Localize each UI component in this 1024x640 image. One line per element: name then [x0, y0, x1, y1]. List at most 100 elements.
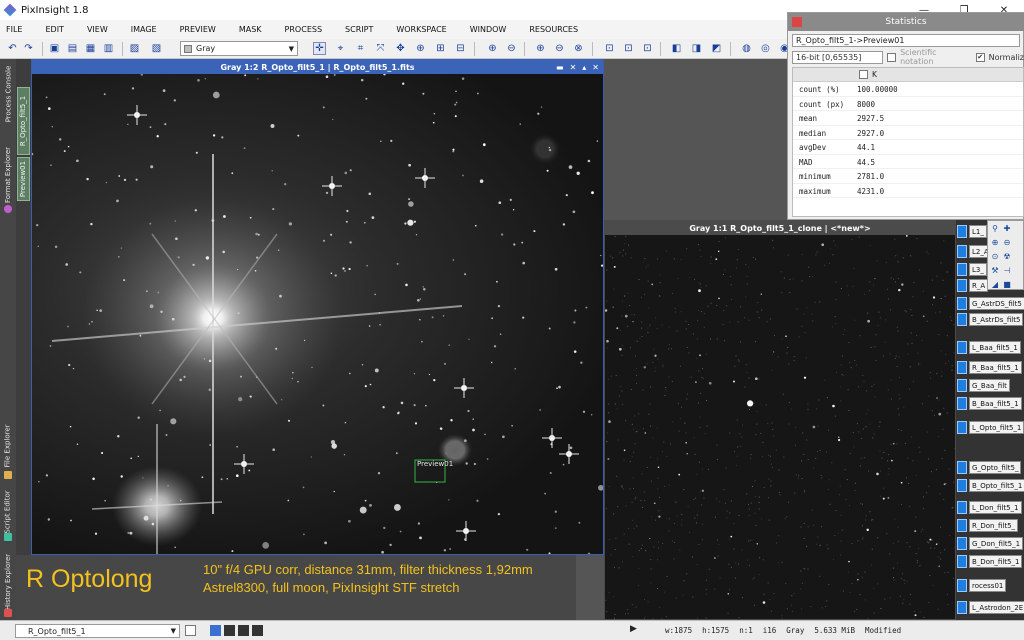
image-icon-item[interactable]: B_Opto_filt5_1	[957, 478, 1024, 492]
image-icon-item[interactable]: L_Don_filt5_1	[957, 500, 1022, 514]
mask-enable-icon[interactable]: ◩	[710, 42, 723, 55]
menu-image[interactable]: IMAGE	[131, 25, 157, 34]
image-icon-item[interactable]: B_Baa_filt5_1	[957, 396, 1022, 410]
process-icon-2[interactable]: ◎	[759, 42, 772, 55]
iconize-icon[interactable]: ✕	[570, 63, 577, 72]
menu-preview[interactable]: PREVIEW	[180, 25, 216, 34]
clone-image-window[interactable]: Gray 1:1 R_Opto_filt5_1_clone | <*new*>	[604, 220, 956, 620]
pan-mode-icon[interactable]: ✥	[394, 42, 407, 55]
save-icon[interactable]: ▦	[84, 42, 97, 55]
screen-transfer-icon[interactable]: ▧	[150, 42, 163, 55]
zoom-1-1-icon[interactable]: ⊕	[534, 42, 547, 55]
zoom-fit-icon[interactable]: ⊖	[553, 42, 566, 55]
process-icon-1[interactable]: ◍	[740, 42, 753, 55]
menu-resources[interactable]: RESOURCES	[529, 25, 578, 34]
edit-preview-mode-icon[interactable]: ⊟	[454, 42, 467, 55]
fit-view-icon[interactable]: ⤧	[374, 42, 387, 55]
image-icon-item[interactable]: L_Astrodon_2E	[957, 600, 1024, 614]
status-checkbox[interactable]	[185, 625, 196, 636]
play-icon[interactable]: ▶	[630, 624, 637, 634]
menu-view[interactable]: VIEW	[87, 25, 108, 34]
image-icon-item[interactable]: L1_	[957, 224, 987, 238]
clone-image-canvas[interactable]	[605, 235, 955, 619]
image-icon-item[interactable]: rocess01	[957, 578, 1007, 592]
statistics-titlebar[interactable]: Statistics	[788, 13, 1024, 31]
image-icon-item[interactable]: L_Opto_filt5_1	[957, 420, 1024, 434]
status-view-select[interactable]: R_Opto_filt5_1 ▼	[15, 624, 180, 638]
square-icon[interactable]: ■	[1002, 279, 1012, 289]
zoom-out-mode-icon[interactable]: ⌗	[354, 42, 367, 55]
display-mode-1-icon[interactable]	[210, 625, 221, 636]
new-image-icon[interactable]: ▣	[48, 42, 61, 55]
readout-mode-icon[interactable]: ✛	[313, 42, 326, 55]
image-icon-item[interactable]: G_Opto_filt5_	[957, 460, 1022, 474]
mask-show-icon[interactable]: ◧	[670, 42, 683, 55]
image-icon-item[interactable]: R_Don_filt5_	[957, 518, 1019, 532]
menu-edit[interactable]: EDIT	[45, 25, 63, 34]
bit-depth-select[interactable]: 16-bit [0,65535]	[792, 50, 884, 64]
image-icon-item[interactable]: B_AstrDs_filt5	[957, 312, 1024, 326]
scientific-notation-checkbox[interactable]	[887, 52, 897, 62]
normalized-checkbox[interactable]: ✔	[975, 52, 985, 62]
channel-k-checkbox[interactable]	[859, 70, 868, 79]
menu-window[interactable]: WINDOW	[470, 25, 507, 34]
image-icon-item[interactable]: B_Don_filt5_1	[957, 554, 1023, 568]
menu-file[interactable]: FILE	[6, 25, 22, 34]
file-explorer-tab[interactable]: File Explorer	[0, 413, 16, 479]
zoom-out-tool-icon[interactable]: ⊖	[1002, 237, 1012, 247]
history-explorer-tab[interactable]: History Explorer	[0, 547, 16, 617]
close-image-icon[interactable]: ▥	[102, 42, 115, 55]
image-icon-item[interactable]: G_AstrDS_filt5	[957, 296, 1024, 310]
color-space-select[interactable]: Gray ▼	[180, 41, 298, 56]
image-icon-item[interactable]: L3_	[957, 262, 987, 276]
process-console-tab[interactable]: Process Console	[0, 59, 16, 129]
link-icon[interactable]: ⚲	[990, 223, 1000, 233]
star	[270, 123, 275, 129]
wrench-icon[interactable]: ⚒	[990, 265, 1000, 275]
stf-auto-icon[interactable]: ⊡	[603, 42, 616, 55]
shade-icon[interactable]: ▬	[556, 63, 564, 72]
main-image-window[interactable]: Gray 1:2 R_Opto_filt5_1 | R_Opto_filt5_1…	[31, 59, 604, 555]
selection-icon[interactable]: ✚	[1002, 223, 1012, 233]
display-mode-4-icon[interactable]	[252, 625, 263, 636]
statistics-view-select[interactable]: R_Opto_filt5_1->Preview01	[792, 34, 1020, 47]
view-tab-main[interactable]: R_Opto_filt5_1	[17, 87, 30, 155]
center-mode-icon[interactable]: ⊕	[414, 42, 427, 55]
close-icon[interactable]: ✕	[592, 63, 599, 72]
search-tool-icon[interactable]: ⊙	[990, 251, 1000, 261]
zoom-out-icon[interactable]: ⊖	[505, 42, 518, 55]
format-explorer-tab[interactable]: Format Explorer	[0, 137, 16, 213]
display-mode-3-icon[interactable]	[238, 625, 249, 636]
image-icon-item[interactable]: G_Don_filt5_1	[957, 536, 1024, 550]
menu-script[interactable]: SCRIPT	[345, 25, 373, 34]
open-file-icon[interactable]: ▤	[66, 42, 79, 55]
image-icon-item[interactable]: R_Baa_filt5_1	[957, 360, 1022, 374]
clone-window-titlebar[interactable]: Gray 1:1 R_Opto_filt5_1_clone | <*new*>	[605, 221, 955, 235]
radiation-icon[interactable]: ☢	[1002, 251, 1012, 261]
image-icon-item[interactable]: G_Baa_filt	[957, 378, 1010, 392]
script-editor-tab[interactable]: Script Editor	[0, 483, 16, 541]
image-icon-item[interactable]: L_Baa_filt5_1	[957, 340, 1021, 354]
zoom-tool-icon[interactable]: ⊕	[990, 237, 1000, 247]
triangle-icon[interactable]: ◢	[990, 279, 1000, 289]
zoom-in-icon[interactable]: ⊕	[486, 42, 499, 55]
display-mode-2-icon[interactable]	[224, 625, 235, 636]
main-window-titlebar[interactable]: Gray 1:2 R_Opto_filt5_1 | R_Opto_filt5_1…	[32, 60, 603, 74]
mask-invert-icon[interactable]: ◨	[690, 42, 703, 55]
new-preview-mode-icon[interactable]: ⊞	[434, 42, 447, 55]
ruler-icon[interactable]: ⊣	[1002, 265, 1012, 275]
redo-icon[interactable]: ↷	[22, 42, 35, 55]
zoom-in-mode-icon[interactable]: ⌖	[334, 42, 347, 55]
stf-reset-icon[interactable]: ⊡	[622, 42, 635, 55]
channel-icon[interactable]: ▨	[128, 42, 141, 55]
menu-mask[interactable]: MASK	[239, 25, 262, 34]
image-icon-item[interactable]: R_A	[957, 278, 989, 292]
menu-process[interactable]: PROCESS	[285, 25, 322, 34]
max-icon[interactable]: ▴	[582, 63, 586, 72]
main-image-canvas[interactable]: Preview01	[32, 74, 603, 554]
menu-workspace[interactable]: WORKSPACE	[396, 25, 446, 34]
zoom-optimal-icon[interactable]: ⊗	[572, 42, 585, 55]
undo-icon[interactable]: ↶	[6, 42, 19, 55]
stf-link-icon[interactable]: ⊡	[641, 42, 654, 55]
view-tab-preview[interactable]: Preview01	[17, 157, 30, 201]
